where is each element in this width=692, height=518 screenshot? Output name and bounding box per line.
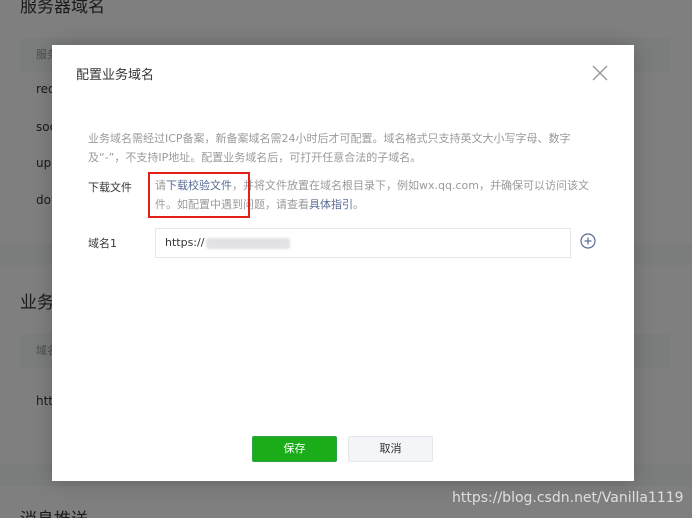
close-icon[interactable] [591,64,609,82]
configure-business-domain-dialog: 配置业务域名 业务域名需经过ICP备案，新备案域名需24小时后才可配置。域名格式… [52,45,634,481]
dialog-description: 业务域名需经过ICP备案，新备案域名需24小时后才可配置。域名格式只支持英文大小… [88,132,571,164]
domain-protocol-prefix: https:// [165,236,205,249]
domain-1-input[interactable] [205,230,565,256]
download-file-label: 下载文件 [88,181,132,194]
download-verification-file-link[interactable]: 下载校验文件 [166,179,232,192]
cancel-button[interactable]: 取消 [348,436,433,462]
save-button[interactable]: 保存 [252,436,337,462]
download-instructions: 请下载校验文件，并将文件放置在域名根目录下，例如wx.qq.com，并确保可以访… [155,176,598,214]
domain-1-label: 域名1 [88,237,117,250]
domain-1-field: https:// [155,228,571,258]
add-domain-icon[interactable] [580,233,596,249]
download-suffix: 。 [353,198,364,211]
specific-guide-link[interactable]: 具体指引 [309,198,353,211]
download-prefix: 请 [155,179,166,192]
dialog-title: 配置业务域名 [76,68,155,83]
dialog-header: 配置业务域名 [52,45,634,101]
watermark-text: https://blog.csdn.net/Vanilla1119 [452,490,684,506]
